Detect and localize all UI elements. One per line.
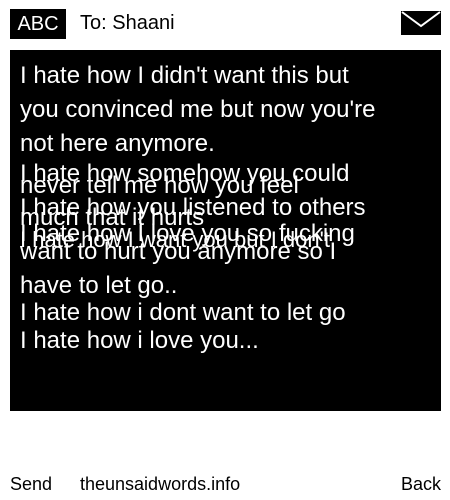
message-line: have to let go.. bbox=[20, 272, 178, 299]
site-label: theunsaidwords.info bbox=[80, 474, 241, 494]
back-button[interactable]: Back bbox=[401, 474, 441, 495]
softkey-bar: Send theunsaidwords.info Back bbox=[0, 470, 450, 498]
message-line: I hate how I didn't want this but bbox=[20, 62, 349, 89]
send-button[interactable]: Send bbox=[10, 474, 52, 495]
message-line: not here anymore. bbox=[20, 130, 215, 157]
message-line: I hate how i dont want to let go bbox=[20, 299, 346, 326]
message-line: I hate how i love you... bbox=[20, 327, 259, 354]
message-line: I hate how I want you but I don't bbox=[20, 227, 330, 252]
recipient-label: To: Shaani bbox=[80, 12, 175, 34]
message-line: you convinced me but now you're bbox=[20, 96, 376, 123]
envelope-icon bbox=[400, 10, 442, 36]
input-mode-badge[interactable]: ABC bbox=[10, 9, 66, 39]
message-text-area[interactable]: I hate how I didn't want this but you co… bbox=[10, 50, 441, 411]
header-bar: ABC To: Shaani bbox=[0, 0, 450, 44]
